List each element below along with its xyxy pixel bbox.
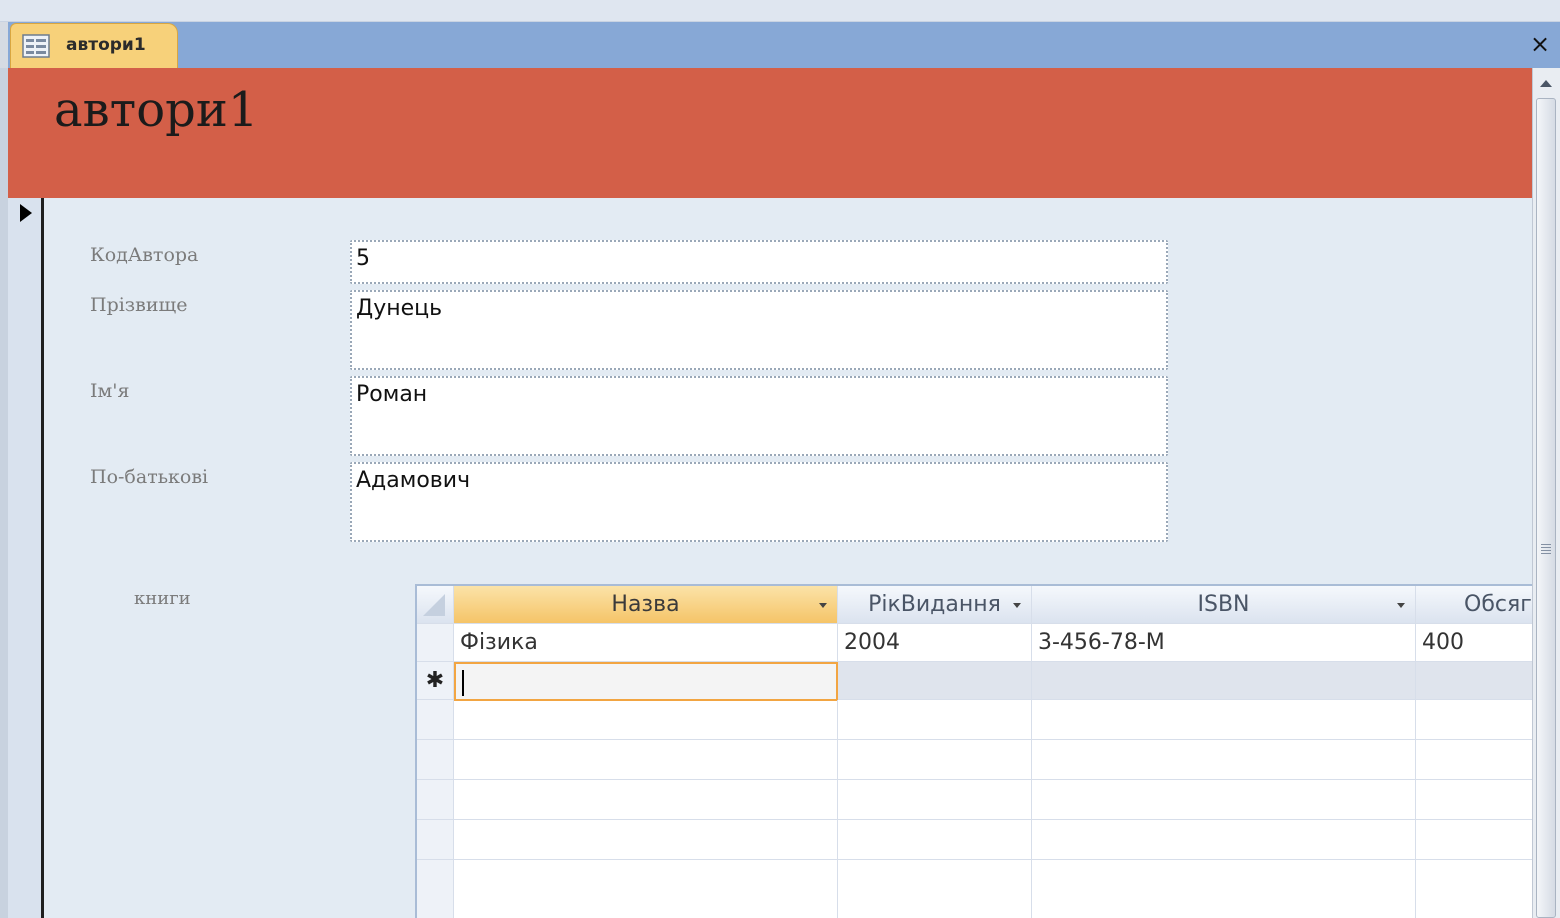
label-po-batkovi: По-батькові xyxy=(90,466,209,488)
cell-nazva[interactable]: Фізика xyxy=(454,624,838,662)
form-title: автори1 xyxy=(54,82,259,138)
select-all-icon xyxy=(423,594,445,616)
row-selector[interactable] xyxy=(417,624,454,662)
empty-cell xyxy=(1032,700,1416,740)
new-record-icon[interactable]: ✱ xyxy=(417,662,454,700)
empty-cell xyxy=(1032,860,1416,918)
top-toolbar-strip xyxy=(0,0,1560,22)
column-header-obsyag[interactable]: Обсяг xyxy=(1416,586,1532,624)
scroll-thumb-grip-icon xyxy=(1541,544,1551,556)
empty-cell xyxy=(454,860,838,918)
column-header-isbn[interactable]: ISBN xyxy=(1032,586,1416,624)
window-left-edge xyxy=(0,68,8,918)
imya-field[interactable]: Роман xyxy=(350,376,1168,456)
empty-cell xyxy=(1032,820,1416,860)
empty-row-selector xyxy=(417,700,454,740)
chevron-down-icon[interactable] xyxy=(1013,603,1021,608)
new-record-cell[interactable] xyxy=(1032,662,1416,700)
empty-row-selector xyxy=(417,740,454,780)
select-all-corner[interactable] xyxy=(417,586,454,624)
scroll-thumb[interactable] xyxy=(1536,98,1556,918)
empty-row-selector xyxy=(417,820,454,860)
form-icon xyxy=(22,34,50,58)
column-header-label: ISBN xyxy=(1197,592,1250,617)
cell-rikvydannya[interactable]: 2004 xyxy=(838,624,1032,662)
empty-row-selector xyxy=(417,780,454,820)
empty-cell xyxy=(838,820,1032,860)
column-header-label: РікВидання xyxy=(868,592,1001,617)
label-imya: Ім'я xyxy=(90,380,130,402)
empty-row-selector xyxy=(417,860,454,918)
column-header-label: Обсяг xyxy=(1464,592,1532,617)
column-header-rikvydannya[interactable]: РікВидання xyxy=(838,586,1032,624)
empty-cell xyxy=(1416,780,1532,820)
empty-cell xyxy=(838,780,1032,820)
new-record-cell[interactable] xyxy=(838,662,1032,700)
empty-cell xyxy=(1032,740,1416,780)
chevron-down-icon[interactable] xyxy=(1397,603,1405,608)
po-batkovi-field[interactable]: Адамович xyxy=(350,462,1168,542)
record-selector[interactable] xyxy=(8,198,44,918)
empty-cell xyxy=(1416,700,1532,740)
empty-cell xyxy=(1416,740,1532,780)
books-subform-datasheet[interactable]: Назва РікВидання ISBN Обсяг Фізика 2004 … xyxy=(415,584,1532,918)
label-prizvyshche: Прізвище xyxy=(90,294,188,316)
scroll-up-arrow-icon xyxy=(1540,80,1552,87)
empty-cell xyxy=(1416,860,1532,918)
prizvyshche-field[interactable]: Дунець xyxy=(350,290,1168,370)
new-record-nazva-input[interactable] xyxy=(454,662,838,701)
chevron-down-icon[interactable] xyxy=(819,603,827,608)
new-record-cell[interactable] xyxy=(1416,662,1532,700)
document-tab-label: автори1 xyxy=(66,35,146,55)
empty-cell xyxy=(454,780,838,820)
empty-cell xyxy=(1416,820,1532,860)
text-caret xyxy=(462,670,464,696)
cell-isbn[interactable]: 3-456-78-M xyxy=(1032,624,1416,662)
empty-cell xyxy=(838,860,1032,918)
column-header-nazva[interactable]: Назва xyxy=(454,586,838,624)
empty-cell xyxy=(454,820,838,860)
current-record-arrow-icon xyxy=(20,204,32,222)
label-kod-avtora: КодАвтора xyxy=(90,244,199,266)
empty-cell xyxy=(838,740,1032,780)
kod-avtora-field[interactable]: 5 xyxy=(350,240,1168,284)
cell-obsyag[interactable]: 400 xyxy=(1416,624,1532,662)
empty-cell xyxy=(454,740,838,780)
column-header-label: Назва xyxy=(611,592,680,617)
empty-cell xyxy=(838,700,1032,740)
subform-label-knyhy: книги xyxy=(134,588,191,609)
document-tab-bar xyxy=(8,22,1560,68)
empty-cell xyxy=(454,700,838,740)
close-icon[interactable]: × xyxy=(1526,30,1554,58)
empty-cell xyxy=(1032,780,1416,820)
